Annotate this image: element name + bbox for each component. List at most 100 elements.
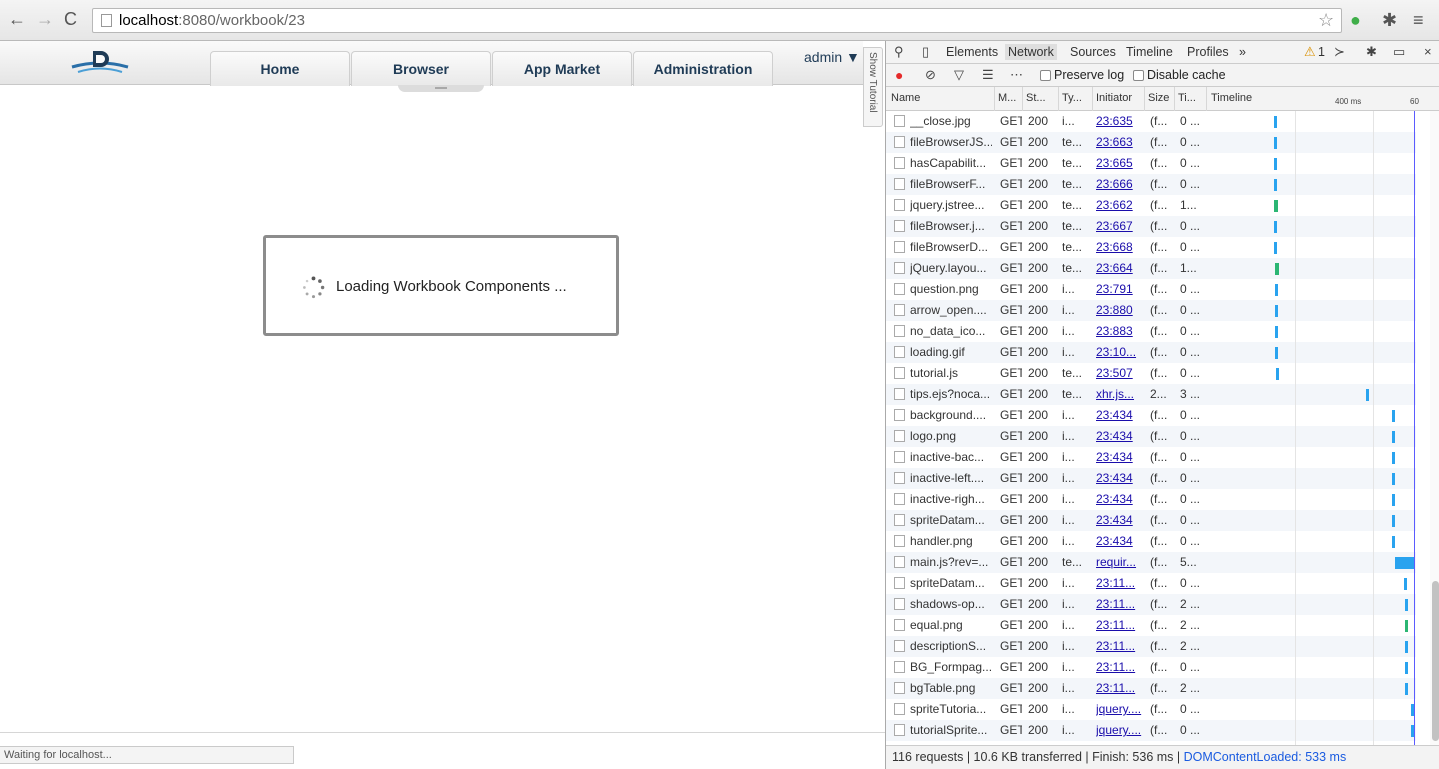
network-request-row[interactable]: question.png GET 200 i... 23:791 (f... 0 ... [886, 279, 1416, 300]
network-request-row[interactable]: BG_Formpag... GET 200 i... 23:11... (f... 0 ..… [886, 657, 1416, 678]
network-request-row[interactable]: jQuery.layou... GET 200 te... 23:664 (f... 1..… [886, 258, 1416, 279]
request-initiator[interactable]: jquery.... [1096, 720, 1142, 741]
network-request-row[interactable]: fileBrowserJS... GET 200 te... 23:663 (f... 0 … [886, 132, 1416, 153]
user-menu[interactable]: admin ▼ [804, 49, 860, 65]
reload-icon[interactable]: C [64, 8, 77, 30]
network-request-row[interactable]: tips.ejs?noca... GET 200 te... xhr.js... 2...… [886, 384, 1416, 405]
network-request-row[interactable]: hasCapabilit... GET 200 te... 23:665 (f... 0 .… [886, 153, 1416, 174]
disable-cache-checkbox[interactable] [1133, 70, 1144, 81]
scrollbar-thumb[interactable] [1432, 581, 1439, 741]
filter-icon[interactable]: ▽ [954, 66, 964, 84]
network-request-row[interactable]: __close.jpg GET 200 i... 23:635 (f... 0 ... [886, 111, 1416, 132]
nav-home[interactable]: Home [210, 51, 350, 86]
request-initiator[interactable]: jquery.... [1096, 699, 1142, 720]
request-initiator[interactable]: 23:10... [1096, 342, 1142, 363]
request-initiator[interactable]: 23:883 [1096, 321, 1142, 342]
network-request-row[interactable]: spriteTutoria... GET 200 i... jquery.... (f..… [886, 699, 1416, 720]
network-request-row[interactable]: jquery.jstree... GET 200 te... 23:662 (f... 1.… [886, 195, 1416, 216]
request-initiator[interactable]: 23:11... [1096, 678, 1142, 699]
overview-icon[interactable]: ⋯ [1010, 66, 1023, 84]
col-status[interactable]: St... [1026, 91, 1046, 105]
network-request-row[interactable]: handler.png GET 200 i... 23:434 (f... 0 ... [886, 531, 1416, 552]
request-initiator[interactable]: 23:666 [1096, 174, 1142, 195]
dock-icon[interactable]: ▭ [1393, 43, 1405, 61]
request-initiator[interactable]: 23:664 [1096, 258, 1142, 279]
network-request-row[interactable]: fileBrowserD... GET 200 te... 23:668 (f... 0 .… [886, 237, 1416, 258]
request-initiator[interactable]: 23:791 [1096, 279, 1142, 300]
address-bar[interactable]: localhost:8080/workbook/23 [92, 8, 1342, 33]
network-request-row[interactable]: main.js?rev=... GET 200 te... requir... (f...… [886, 552, 1416, 573]
request-initiator[interactable]: 23:668 [1096, 237, 1142, 258]
forward-icon[interactable]: → [36, 8, 54, 30]
request-initiator[interactable]: 23:507 [1096, 363, 1142, 384]
network-request-row[interactable]: loading.gif GET 200 i... 23:10... (f... 0 ... [886, 342, 1416, 363]
network-request-row[interactable]: background.... GET 200 i... 23:434 (f... 0 ... [886, 405, 1416, 426]
more-tabs[interactable]: » [1239, 44, 1246, 60]
network-request-row[interactable]: spriteDatam... GET 200 i... 23:11... (f... 0 .… [886, 573, 1416, 594]
gear-icon[interactable]: ✱ [1382, 9, 1397, 31]
back-icon[interactable]: ← [8, 8, 26, 30]
request-initiator[interactable]: 23:11... [1096, 615, 1142, 636]
extension-icon[interactable]: ● [1350, 9, 1361, 31]
request-initiator[interactable]: 23:665 [1096, 153, 1142, 174]
col-method[interactable]: M... [998, 91, 1016, 105]
network-request-row[interactable]: spriteDatam... GET 200 i... 23:434 (f... 0 ... [886, 510, 1416, 531]
device-icon[interactable]: ▯ [922, 43, 929, 61]
request-initiator[interactable]: 23:434 [1096, 489, 1142, 510]
list-view-icon[interactable]: ☰ [982, 66, 994, 84]
col-time[interactable]: Ti... [1178, 91, 1196, 105]
request-initiator[interactable]: 23:434 [1096, 426, 1142, 447]
nav-app-market[interactable]: App Market [492, 51, 632, 86]
request-initiator[interactable]: xhr.js... [1096, 384, 1142, 405]
request-initiator[interactable]: 23:11... [1096, 657, 1142, 678]
request-initiator[interactable]: 23:434 [1096, 468, 1142, 489]
tab-elements[interactable]: Elements [946, 44, 998, 60]
tab-network[interactable]: Network [1005, 44, 1057, 60]
network-request-row[interactable]: descriptionS... GET 200 i... 23:11... (f... 2 … [886, 636, 1416, 657]
network-request-row[interactable]: inactive-righ... GET 200 i... 23:434 (f... 0 .… [886, 489, 1416, 510]
network-request-row[interactable]: tutorial.js GET 200 te... 23:507 (f... 0 ... [886, 363, 1416, 384]
col-size[interactable]: Size [1148, 91, 1169, 105]
console-icon[interactable]: ≻ [1334, 43, 1345, 61]
network-request-row[interactable]: inactive-bac... GET 200 i... 23:434 (f... 0 ..… [886, 447, 1416, 468]
show-tutorial-tab[interactable]: Show Tutorial [863, 47, 883, 127]
request-initiator[interactable]: 23:663 [1096, 132, 1142, 153]
request-initiator[interactable]: requir... [1096, 552, 1142, 573]
star-icon[interactable]: ☆ [1318, 9, 1334, 31]
tab-timeline[interactable]: Timeline [1126, 44, 1173, 60]
nav-browser[interactable]: Browser [351, 51, 491, 86]
request-initiator[interactable]: 23:11... [1096, 594, 1142, 615]
request-initiator[interactable]: 23:434 [1096, 510, 1142, 531]
request-initiator[interactable]: 23:667 [1096, 216, 1142, 237]
col-timeline[interactable]: Timeline [1211, 91, 1252, 105]
network-request-row[interactable]: no_data_ico... GET 200 i... 23:883 (f... 0 ... [886, 321, 1416, 342]
col-name[interactable]: Name [891, 91, 920, 105]
request-initiator[interactable]: 23:635 [1096, 111, 1142, 132]
search-icon[interactable]: ⚲ [894, 43, 904, 61]
request-initiator[interactable]: 23:434 [1096, 405, 1142, 426]
network-request-row[interactable]: fileBrowser.j... GET 200 te... 23:667 (f... 0 … [886, 216, 1416, 237]
tab-sources[interactable]: Sources [1070, 44, 1116, 60]
menu-icon[interactable]: ≡ [1413, 9, 1424, 31]
request-initiator[interactable]: 23:662 [1096, 195, 1142, 216]
record-icon[interactable]: ● [895, 66, 903, 84]
network-request-row[interactable]: inactive-left.... GET 200 i... 23:434 (f... 0 … [886, 468, 1416, 489]
tab-profiles[interactable]: Profiles [1187, 44, 1229, 60]
network-request-row[interactable]: shadows-op... GET 200 i... 23:11... (f... 2 ..… [886, 594, 1416, 615]
nav-administration[interactable]: Administration [633, 51, 773, 86]
warning-icon[interactable]: ⚠ [1304, 43, 1316, 61]
network-request-row[interactable]: logo.png GET 200 i... 23:434 (f... 0 ... [886, 426, 1416, 447]
network-request-row[interactable]: fileBrowserF... GET 200 te... 23:666 (f... 0 .… [886, 174, 1416, 195]
request-initiator[interactable]: 23:434 [1096, 447, 1142, 468]
request-initiator[interactable]: 23:434 [1096, 531, 1142, 552]
request-initiator[interactable]: 23:11... [1096, 573, 1142, 594]
network-request-row[interactable]: tutorialSprite... GET 200 i... jquery.... (f.… [886, 720, 1416, 741]
clear-icon[interactable]: ⊘ [925, 66, 936, 84]
request-initiator[interactable]: 23:11... [1096, 636, 1142, 657]
col-type[interactable]: Ty... [1062, 91, 1082, 105]
network-request-row[interactable]: arrow_open.... GET 200 i... 23:880 (f... 0 ... [886, 300, 1416, 321]
network-request-row[interactable]: equal.png GET 200 i... 23:11... (f... 2 ... [886, 615, 1416, 636]
preserve-log-checkbox[interactable] [1040, 70, 1051, 81]
network-request-row[interactable]: bgTable.png GET 200 i... 23:11... (f... 2 ... [886, 678, 1416, 699]
settings-icon[interactable]: ✱ [1366, 43, 1377, 61]
